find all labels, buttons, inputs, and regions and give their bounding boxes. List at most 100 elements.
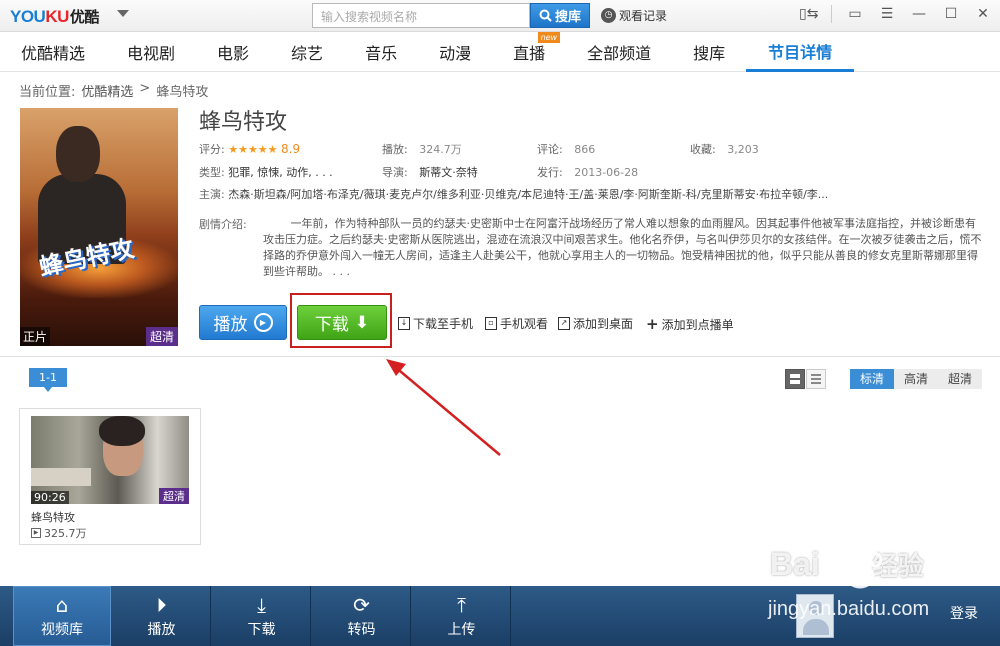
episode-quality-badge: 超清 [159,488,189,504]
search-button[interactable]: 搜库 [530,3,590,28]
download-to-phone-link[interactable]: ↓ 下载至手机 [398,315,473,332]
nav-item-featured[interactable]: 优酷精选 [0,32,106,72]
watch-on-phone-link[interactable]: ▫ 手机观看 [485,315,548,332]
nav-label: 综艺 [291,44,324,63]
watch-on-phone-label: 手机观看 [500,317,549,331]
play-circle-icon: ⏵ [156,592,167,617]
genre-label: 类型: [199,166,225,179]
release-value: 2013-06-28 [574,166,639,179]
message-icon[interactable]: ▭ [846,6,864,22]
logo-text-you: YOU [10,7,46,26]
bottom-tab-download[interactable]: ⤓ 下载 [213,586,311,646]
minimize-icon[interactable]: — [910,6,928,22]
chevron-down-icon[interactable] [117,10,129,17]
list-view-icon[interactable] [806,369,826,389]
quality-shd-tab[interactable]: 超清 [938,369,982,389]
download-icon: ⤓ [257,592,266,617]
thumbnail-hair [99,416,145,446]
episode-card[interactable]: 90:26 超清 蜂鸟特攻 ▶ 325.7万 [19,408,201,545]
nav-item-details[interactable]: 节目详情 [746,32,855,72]
bottom-tab-transcode[interactable]: ⟳ 转码 [313,586,411,646]
quality-hd-tab[interactable]: 高清 [894,369,938,389]
plays-value: 324.7万 [419,143,462,156]
genre-row: 类型: 犯罪, 惊悚, 动作, . . . [199,164,333,180]
synopsis-text: 一年前，作为特种部队一员的约瑟夫·史密斯中士在阿富汗战场经历了常人难以想象的血雨… [263,217,982,278]
phone-download-icon: ↓ [398,317,410,330]
breadcrumb-current: 蜂鸟特攻 [156,85,209,100]
nav-label: 优酷精选 [21,44,86,63]
nav-label: 动漫 [439,44,472,63]
download-arrow-icon: ⬇ [354,312,370,333]
clock-icon: ◷ [601,8,616,23]
bottom-tab-label: 上传 [447,621,476,638]
login-link[interactable]: 登录 [950,603,978,623]
nav-label: 搜库 [693,44,726,63]
episode-range-tab[interactable]: 1-1 [29,368,67,392]
nav-item-anime[interactable]: 动漫 [418,32,492,72]
director-value[interactable]: 斯蒂文·奈特 [419,166,478,179]
close-icon[interactable]: ✕ [974,6,992,22]
synopsis-label: 剧情介绍: [199,218,247,231]
play-circle-icon: ▶ [253,313,273,332]
movie-poster[interactable]: 蜂鸟特攻 正片 超清 [20,108,178,346]
favorites-label: 收藏: [690,143,716,156]
download-to-phone-label: 下载至手机 [413,317,474,331]
nav-label: 节目详情 [768,42,833,62]
director-row: 导演: 斯蒂文·奈特 [382,164,478,180]
comments-row: 评论: 866 [537,141,595,157]
episode-thumbnail[interactable]: 90:26 超清 [31,416,189,504]
comments-value[interactable]: 866 [574,143,595,156]
logo-text-ku: KU [45,7,69,26]
logo-text-cn: 优酷 [69,9,100,26]
add-to-desktop-link[interactable]: ↗ 添加到桌面 [558,315,633,332]
main-nav: 优酷精选 电视剧 电影 综艺 音乐 动漫 直播 new 全部频道 搜库 节目详情 [0,32,1000,72]
plus-icon: + [646,315,659,333]
quality-sd-tab[interactable]: 标清 [850,369,894,389]
episode-duration: 90:26 [31,491,69,504]
phone-transfer-icon[interactable]: ▯⇆ [799,6,818,22]
play-button[interactable]: 播放 ▶ [199,305,287,340]
nav-label: 电影 [217,44,250,63]
new-badge: new [537,32,561,43]
desktop-shortcut-icon: ↗ [558,317,570,330]
cast-row: 主演: 杰森·斯坦森/阿加塔·布泽克/薇琪·麦克卢尔/维多利亚·贝维克/本尼迪特… [199,186,989,202]
nav-item-live[interactable]: 直播 new [492,32,566,72]
add-to-playlist-link[interactable]: + 添加到点播单 [646,315,734,333]
bottom-tab-play[interactable]: ⏵ 播放 [113,586,211,646]
nav-item-tv[interactable]: 电视剧 [106,32,196,72]
bottom-tab-upload[interactable]: ⤒ 上传 [413,586,511,646]
nav-item-variety[interactable]: 综艺 [270,32,344,72]
bottom-tab-library[interactable]: ⌂ 视频库 [13,586,111,646]
history-button[interactable]: ◷ 观看记录 [601,7,667,24]
episode-plays: ▶ 325.7万 [31,525,87,541]
cast-value[interactable]: 杰森·斯坦森/阿加塔·布泽克/薇琪·麦克卢尔/维多利亚·贝维克/本尼迪特·王/盖… [228,188,828,201]
nav-item-soku[interactable]: 搜库 [672,32,746,72]
director-label: 导演: [382,166,408,179]
download-button[interactable]: 下载 ⬇ [297,305,387,340]
genre-value[interactable]: 犯罪, 惊悚, 动作, . . . [228,166,332,179]
nav-item-movies[interactable]: 电影 [196,32,270,72]
menu-icon[interactable]: ☰ [878,6,896,22]
episode-title[interactable]: 蜂鸟特攻 [31,509,75,525]
cast-label: 主演: [199,188,225,201]
youku-logo[interactable]: YOUKU优酷 [10,6,99,27]
add-to-desktop-label: 添加到桌面 [573,317,634,331]
breadcrumb-separator: > [139,81,151,96]
nav-label: 电视剧 [127,44,176,63]
nav-item-all-channels[interactable]: 全部频道 [566,32,672,72]
grid-view-icon[interactable] [785,369,805,389]
movie-title: 蜂鸟特攻 [199,110,288,135]
search-icon [539,9,552,22]
bottom-tab-label: 下载 [247,621,276,638]
search-input[interactable]: 输入搜索视频名称 [312,3,530,28]
nav-item-music[interactable]: 音乐 [344,32,418,72]
poster-quality-tag: 超清 [145,327,178,346]
watermark-text: Bai [770,546,820,582]
search-button-label: 搜库 [554,10,581,25]
breadcrumb-home-link[interactable]: 优酷精选 [81,81,133,100]
maximize-icon[interactable]: ☐ [942,6,960,22]
bottom-tab-label: 播放 [147,621,176,638]
annotation-arrow-icon [386,359,501,456]
release-label: 发行: [537,166,563,179]
favorites-row: 收藏: 3,203 [690,141,759,157]
